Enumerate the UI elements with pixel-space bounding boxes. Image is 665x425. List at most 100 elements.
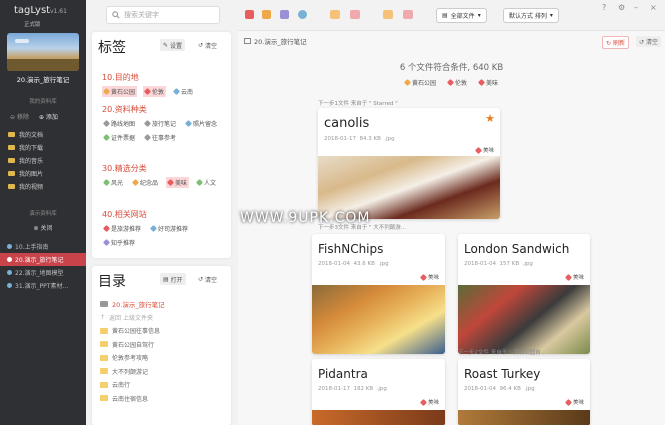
tag-item[interactable]: 好司游推荐 [149,223,190,234]
tag-icon [102,178,111,187]
project-item[interactable]: 10.上手指南 [0,240,86,253]
filter-tag[interactable]: 伦敦 [446,77,469,88]
main-clear-button[interactable]: ↺ 清空 [636,36,661,47]
tag-clear-button[interactable]: ↺ 清空 [195,39,220,51]
file-card[interactable]: Roast Turkey 2018-01-04 96.4 KB .jpg 美味 [458,359,590,425]
tag-item[interactable]: 是旅游推荐 [102,223,143,234]
tag-item[interactable]: 路线地图 [102,118,137,129]
open-folder-button[interactable]: ▤ 打开 [160,273,186,285]
tag-icon [446,78,455,87]
file-card-tag[interactable]: 美味 [474,146,494,154]
minimize-icon[interactable]: – [634,3,638,12]
tag-item[interactable]: 证件票据 [102,132,137,143]
file-card-image [312,410,445,425]
library-section-label: 我的资料库 [29,99,57,105]
all-files-dropdown[interactable]: ▤ 全部文件 ▾ [436,8,487,23]
tag-icon [196,178,204,187]
tag-item[interactable]: 照片留念 [184,118,219,129]
tag-item[interactable]: 旅行笔记 [143,118,178,129]
search-icon [112,11,120,19]
star-icon[interactable]: ★ [485,112,495,125]
dir-clear-button[interactable]: ↺ 清空 [195,273,220,285]
library-actions: ⊖ 移除 ⊕ 添加 [10,112,58,121]
file-card[interactable]: Pidantra 2018-01-17 182 KB .jpg 美味 [312,359,445,425]
help-icon[interactable]: ? [602,3,606,12]
close-project-button[interactable]: ⊗ 关闭 [0,223,86,232]
sort-az-icon[interactable] [330,10,340,19]
search-box[interactable] [106,6,220,24]
sort-dropdown[interactable]: 默认方式 排列 ▾ [503,8,559,23]
app-version: v1.61 [50,8,67,15]
current-project-label: 20.演示_旅行笔记 [16,76,70,84]
tag-item[interactable]: 美味 [166,177,190,188]
sidebar-folder[interactable]: 我的图片 [8,167,43,180]
file-card-title: London Sandwich [464,242,570,256]
sidebar-folder[interactable]: 我的下载 [8,141,43,154]
search-input[interactable] [124,11,214,19]
refresh-button[interactable]: ↻ 刷新 [602,36,629,49]
project-dot-icon [7,283,12,288]
tag-item[interactable]: 纪念品 [131,177,160,188]
folder-icon [100,341,108,348]
project-thumbnail[interactable] [7,33,79,71]
directory-item[interactable]: 云南住宿信息 [100,392,165,406]
tag-icon [419,273,428,281]
library-folder-list: 我的文档 我的下载 我的音乐 我的图片 我的视频 [8,128,43,193]
tag-icon [131,178,140,187]
tag-item[interactable]: 云南 [172,86,195,97]
tag-icon [102,87,111,96]
file-card-tag[interactable]: 美味 [419,273,439,281]
project-item[interactable]: 31.演示_PPT素材... [0,279,86,292]
project-dot-icon [7,244,12,249]
filter-tag[interactable]: 美味 [477,77,500,88]
tag-item[interactable]: 风光 [102,177,125,188]
tag-group-title: 40.相关网站 [102,210,147,219]
filter-tag[interactable]: 黄石公园 [403,77,438,88]
tag-settings-button[interactable]: ✎ 设置 [160,39,186,51]
result-summary: 6 个文件符合条件, 640 KB [399,63,504,73]
parent-folder-link[interactable]: ↑ 返回 上级文件夹 [100,311,165,325]
sidebar-folder[interactable]: 我的文档 [8,128,43,141]
circle-view-icon[interactable] [298,10,307,19]
file-card-tag[interactable]: 美味 [419,398,439,406]
add-library-button[interactable]: ⊕ 添加 [39,112,58,121]
path-bar: 20.演示_旅行笔记 [244,36,307,46]
sort-za-icon[interactable] [350,10,360,19]
file-card-tag[interactable]: 美味 [564,398,584,406]
filter-icon[interactable] [383,10,393,19]
directory-item[interactable]: 大不列颠游记 [100,365,165,379]
tag-item[interactable]: 往事参考 [143,132,178,143]
tag-item[interactable]: 黄石公园 [102,86,138,97]
close-window-icon[interactable]: × [650,3,657,12]
grid-view-icon[interactable] [245,10,254,19]
file-card[interactable]: canolis ★ 2018-01-17 84.3 KB .jpg 美味 [318,108,500,219]
tag-icon [419,398,428,406]
file-card-image [458,410,590,425]
file-card[interactable]: FishNChips 2018-01-04 43.6 KB .jpg 美味 [312,234,445,354]
sidebar-folder[interactable]: 我的音乐 [8,154,43,167]
file-card[interactable]: London Sandwich 2018-01-04 157 KB .jpg 美… [458,234,590,354]
directory-item[interactable]: 伦敦参考攻略 [100,351,165,365]
filter-clear-icon[interactable] [403,10,413,19]
remove-library-button[interactable]: ⊖ 移除 [10,112,29,121]
tag-item[interactable]: 伦敦 [143,86,167,97]
directory-item[interactable]: 黄石公园自驾行 [100,338,165,352]
directory-item[interactable]: 云南行 [100,378,165,392]
detail-view-icon[interactable] [280,10,289,19]
list-view-icon[interactable] [262,10,271,19]
current-folder[interactable]: 20.演示_旅行笔记 [100,297,165,311]
file-card-meta: 2018-01-17 182 KB .jpg [318,386,387,392]
project-item-active[interactable]: 20.演示_旅行笔记 [0,253,86,266]
project-item[interactable]: 22.演示_地图模型 [0,266,86,279]
tag-icon [143,133,152,142]
tag-item[interactable]: 人文 [195,177,218,188]
folder-icon [8,132,15,137]
sidebar-folder[interactable]: 我的视频 [8,180,43,193]
tag-icon [564,398,573,406]
tag-icon [102,238,111,247]
file-card-tag[interactable]: 美味 [564,273,584,281]
tag-item[interactable]: 知乎推荐 [102,237,137,248]
gear-icon[interactable]: ⚙ [618,3,625,12]
tag-icon [143,87,152,96]
directory-item[interactable]: 黄石公园往事信息 [100,324,165,338]
